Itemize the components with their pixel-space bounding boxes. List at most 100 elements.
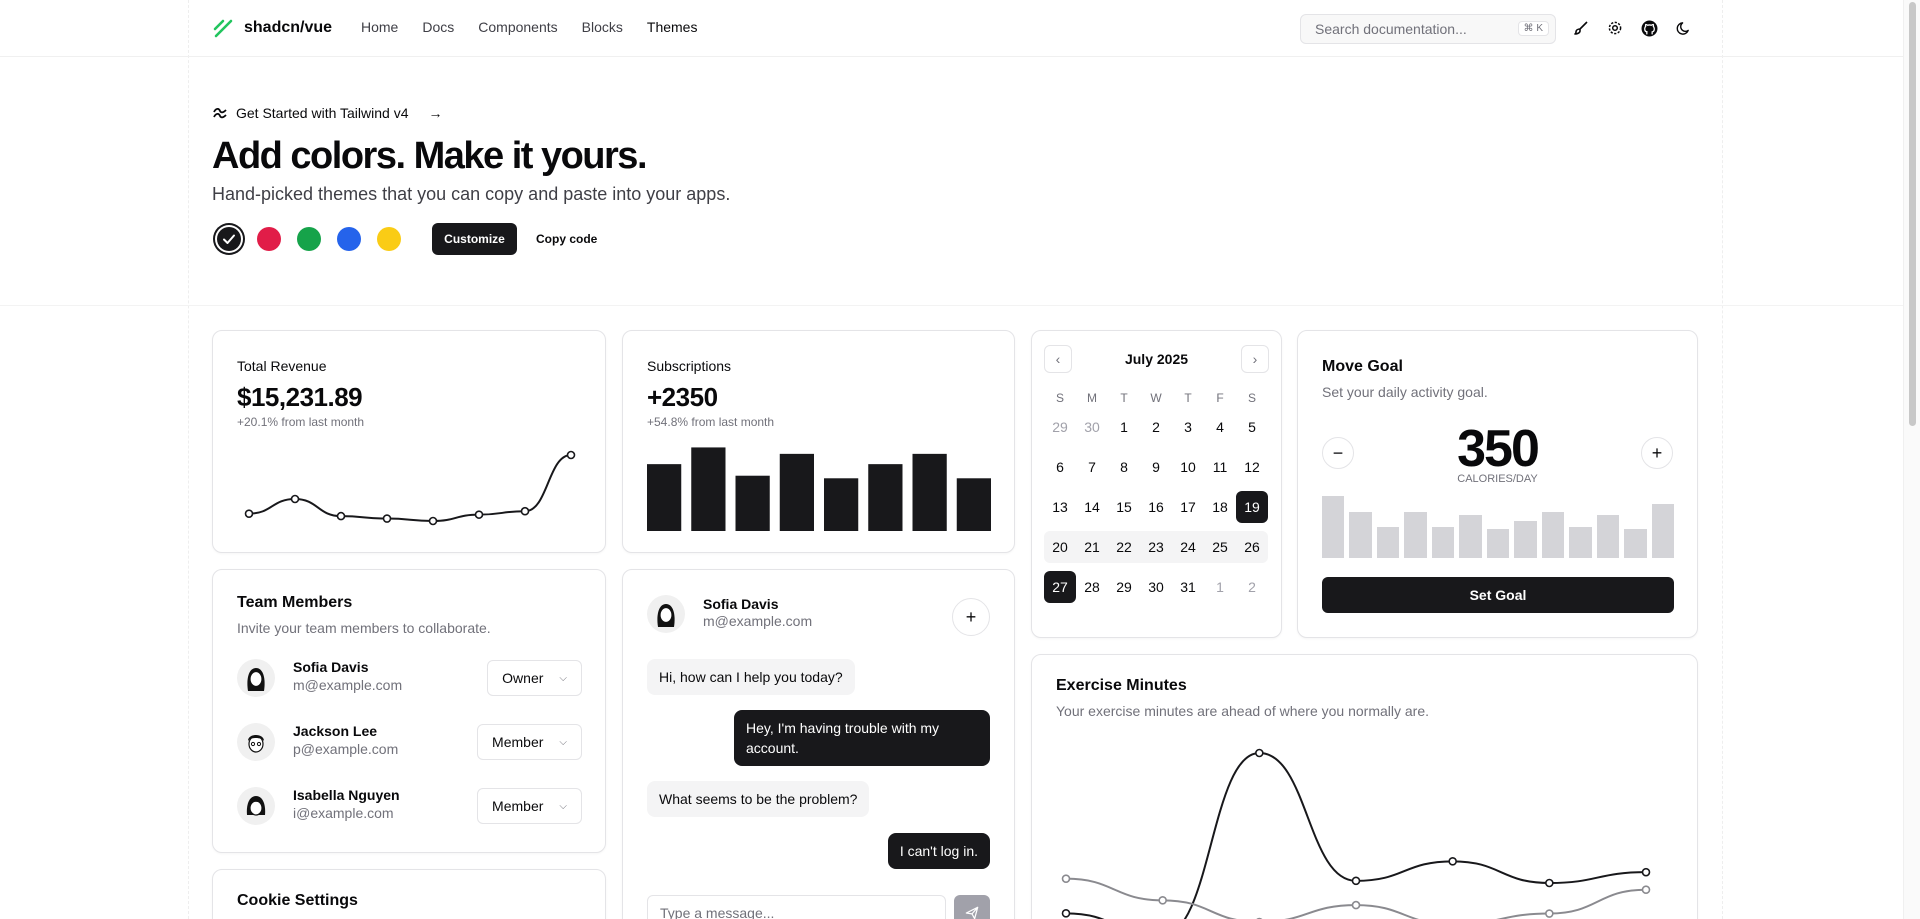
- customize-button[interactable]: Customize: [432, 223, 517, 255]
- avatar: [647, 595, 685, 633]
- role-select[interactable]: Member ⌵: [477, 724, 582, 760]
- calendar-day[interactable]: 2: [1236, 571, 1268, 603]
- arrow-right-icon: →: [428, 105, 443, 121]
- calendar-day[interactable]: 9: [1140, 451, 1172, 483]
- calendar-day[interactable]: 13: [1044, 491, 1076, 523]
- nav-themes[interactable]: Themes: [647, 19, 698, 35]
- exercise-title: Exercise Minutes: [1056, 677, 1187, 694]
- calendar-day[interactable]: 24: [1172, 531, 1204, 563]
- calendar-day[interactable]: 1: [1204, 571, 1236, 603]
- calendar-day[interactable]: 27: [1044, 571, 1076, 603]
- nav-components[interactable]: Components: [478, 19, 557, 35]
- scrollbar-thumb[interactable]: [1909, 2, 1916, 426]
- calendar-day[interactable]: 6: [1044, 451, 1076, 483]
- swatch-green[interactable]: [297, 227, 321, 251]
- calendar-day[interactable]: 26: [1236, 531, 1268, 563]
- exercise-point: [1351, 876, 1361, 886]
- paintbrush-icon[interactable]: [1570, 17, 1592, 39]
- role-select[interactable]: Member ⌵: [477, 788, 582, 824]
- swatch-yellow[interactable]: [377, 227, 401, 251]
- calendar-day[interactable]: 29: [1044, 411, 1076, 443]
- calendar-day[interactable]: 21: [1076, 531, 1108, 563]
- subscriptions-bar: [912, 453, 947, 531]
- swatch-blue[interactable]: [337, 227, 361, 251]
- announcement-link[interactable]: Get Started with Tailwind v4 →: [212, 105, 443, 121]
- search-placeholder: Search documentation...: [1315, 21, 1467, 37]
- search-input[interactable]: Search documentation... ⌘ K: [1300, 14, 1556, 44]
- swatch-zinc[interactable]: [217, 227, 241, 251]
- calendar-day[interactable]: 31: [1172, 571, 1204, 603]
- calendar-grid: S M T W T F S 29 30 1 2 3 4 5 6 7 8 9 10 11 12 13 14 15 16 17 18 19…: [1044, 391, 1268, 611]
- nav-blocks[interactable]: Blocks: [582, 19, 623, 35]
- exercise-card: Exercise Minutes Your exercise minutes a…: [1031, 654, 1698, 919]
- calendar-day[interactable]: 5: [1236, 411, 1268, 443]
- calendar-day[interactable]: 30: [1076, 411, 1108, 443]
- weekday-header: S: [1055, 391, 1064, 405]
- swatch-red[interactable]: [257, 227, 281, 251]
- calendar-day[interactable]: 23: [1140, 531, 1172, 563]
- calendar-day[interactable]: 25: [1204, 531, 1236, 563]
- goal-bar: [1596, 514, 1620, 558]
- search-shortcut: ⌘ K: [1517, 21, 1549, 36]
- calendar-day[interactable]: 18: [1204, 491, 1236, 523]
- member-email: p@example.com: [293, 741, 399, 757]
- calendar-day[interactable]: 2: [1140, 411, 1172, 443]
- calendar-day[interactable]: 11: [1204, 451, 1236, 483]
- calendar-day[interactable]: 12: [1236, 451, 1268, 483]
- copy-code-button[interactable]: Copy code: [530, 223, 603, 255]
- move-goal-card: Move Goal Set your daily activity goal. …: [1297, 330, 1698, 638]
- calendar-day[interactable]: 29: [1108, 571, 1140, 603]
- nav-docs[interactable]: Docs: [422, 19, 454, 35]
- exercise-point: [1641, 867, 1651, 877]
- revenue-point: [290, 494, 300, 504]
- nav-home[interactable]: Home: [361, 19, 398, 35]
- member-name: Sofia Davis: [293, 659, 369, 675]
- revenue-point: [428, 516, 438, 526]
- team-card: Team Members Invite your team members to…: [212, 569, 606, 853]
- role-select[interactable]: Owner ⌵: [487, 660, 582, 696]
- subscriptions-note: +54.8% from last month: [647, 415, 775, 429]
- calendar-day[interactable]: 16: [1140, 491, 1172, 523]
- page-scrollbar[interactable]: [1903, 0, 1920, 919]
- calendar-day[interactable]: 17: [1172, 491, 1204, 523]
- calendar-day[interactable]: 28: [1076, 571, 1108, 603]
- calendar-day[interactable]: 8: [1108, 451, 1140, 483]
- exercise-line: [1065, 751, 1647, 919]
- goal-value: 350: [1457, 420, 1540, 478]
- calendar-day[interactable]: 10: [1172, 451, 1204, 483]
- moon-icon[interactable]: [1672, 17, 1694, 39]
- calendar-day[interactable]: 30: [1140, 571, 1172, 603]
- calendar-day[interactable]: 22: [1108, 531, 1140, 563]
- send-button[interactable]: [954, 895, 990, 919]
- calendar-day[interactable]: 4: [1204, 411, 1236, 443]
- calendar-day[interactable]: 3: [1172, 411, 1204, 443]
- new-message-button[interactable]: +: [952, 598, 990, 636]
- goal-bar: [1569, 527, 1592, 558]
- github-icon[interactable]: [1638, 17, 1660, 39]
- revenue-label: Total Revenue: [237, 358, 327, 374]
- avatar: [237, 723, 275, 761]
- calendar-day[interactable]: 7: [1076, 451, 1108, 483]
- calendar-day[interactable]: 14: [1076, 491, 1108, 523]
- subscriptions-bar: [735, 475, 770, 531]
- message-input[interactable]: Type a message...: [647, 895, 946, 919]
- chevron-down-icon: ⌵: [559, 672, 567, 684]
- calendar-day[interactable]: 15: [1108, 491, 1140, 523]
- calendar-day[interactable]: 20: [1044, 531, 1076, 563]
- next-month-button[interactable]: ›: [1241, 345, 1269, 373]
- weekday-header: W: [1150, 391, 1162, 405]
- brand-logo[interactable]: shadcn/vue: [212, 17, 332, 39]
- calendar-day[interactable]: 19: [1236, 491, 1268, 523]
- increase-goal-button[interactable]: +: [1641, 437, 1673, 469]
- weekday-header: F: [1216, 391, 1224, 405]
- goal-bar: [1624, 528, 1647, 558]
- goal-bar: [1376, 527, 1400, 558]
- calendar-day[interactable]: 1: [1108, 411, 1140, 443]
- gear-icon[interactable]: [1604, 17, 1626, 39]
- revenue-value: $15,231.89: [237, 382, 363, 412]
- goal-bar: [1322, 496, 1345, 558]
- tailwind-icon: [213, 107, 227, 119]
- exercise-point: [1351, 900, 1361, 910]
- set-goal-button[interactable]: Set Goal: [1322, 577, 1674, 613]
- revenue-point: [474, 510, 484, 519]
